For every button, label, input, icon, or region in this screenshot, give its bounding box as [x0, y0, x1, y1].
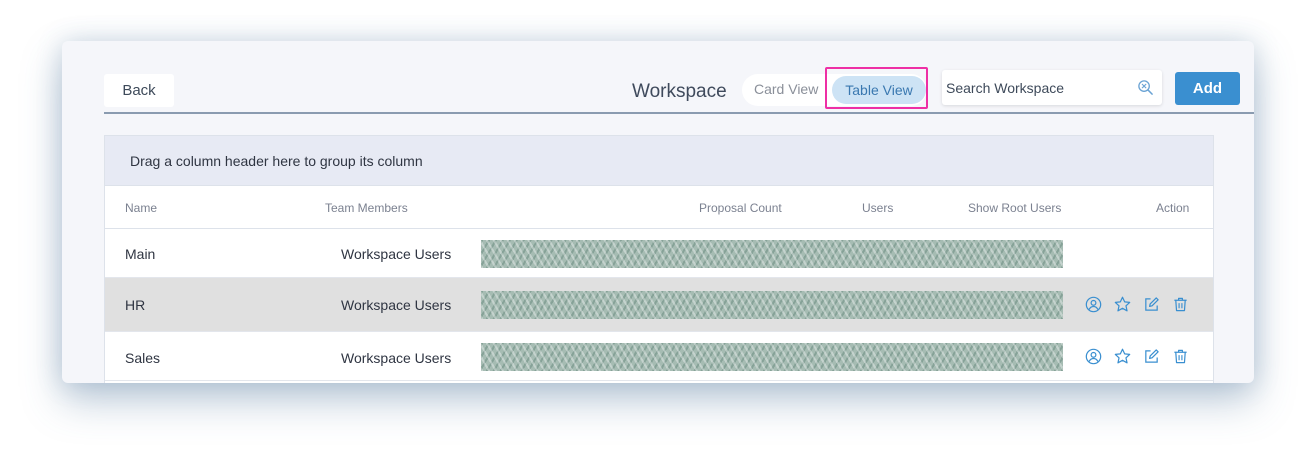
screen: Back Workspace Card View Table View Add … [0, 0, 1316, 465]
edit-icon[interactable] [1143, 296, 1160, 313]
user-icon[interactable] [1085, 296, 1102, 313]
search-box [942, 70, 1162, 105]
trash-icon[interactable] [1172, 296, 1189, 313]
toolbar: Back Workspace Card View Table View Add [62, 41, 1254, 114]
column-header-proposal-count[interactable]: Proposal Count [699, 201, 782, 215]
add-button[interactable]: Add [1175, 72, 1240, 105]
table-row[interactable]: Main Workspace Users [105, 229, 1213, 278]
edit-icon[interactable] [1143, 348, 1160, 365]
workspace-table: Drag a column header here to group its c… [104, 135, 1214, 383]
cell-name: Main [125, 246, 156, 262]
column-header-team-members[interactable]: Team Members [325, 201, 408, 215]
search-input[interactable] [946, 70, 1131, 105]
redacted-cells [481, 240, 1063, 268]
cell-name: Sales [125, 350, 161, 366]
user-icon[interactable] [1085, 348, 1102, 365]
redacted-cells [481, 343, 1063, 371]
highlight-annotation [825, 67, 928, 109]
star-icon[interactable] [1114, 296, 1131, 313]
row-actions [1085, 296, 1189, 313]
card-view-toggle[interactable]: Card View [754, 81, 818, 97]
cell-team-members[interactable]: Workspace Users [341, 297, 451, 313]
table-row[interactable]: Sales Workspace Users [105, 332, 1213, 381]
cell-team-members[interactable]: Workspace Users [341, 246, 451, 262]
row-actions [1085, 348, 1189, 365]
cell-team-members[interactable]: Workspace Users [341, 350, 451, 366]
table-row[interactable]: HR Workspace Users [105, 278, 1213, 332]
column-header-action[interactable]: Action [1156, 201, 1189, 215]
cell-name: HR [125, 297, 146, 313]
back-button[interactable]: Back [104, 74, 174, 107]
page-title: Workspace [632, 81, 727, 102]
column-header-name[interactable]: Name [125, 201, 157, 215]
group-drop-panel[interactable]: Drag a column header here to group its c… [105, 136, 1213, 186]
workspace-window: Back Workspace Card View Table View Add … [62, 41, 1254, 383]
redacted-cells [481, 291, 1063, 319]
trash-icon[interactable] [1172, 348, 1189, 365]
column-header-show-root-users[interactable]: Show Root Users [968, 201, 1061, 215]
search-icon[interactable] [1137, 79, 1154, 96]
toolbar-divider [104, 112, 1254, 114]
star-icon[interactable] [1114, 348, 1131, 365]
table-header: Name Team Members Proposal Count Users S… [105, 186, 1213, 229]
column-header-users[interactable]: Users [862, 201, 893, 215]
